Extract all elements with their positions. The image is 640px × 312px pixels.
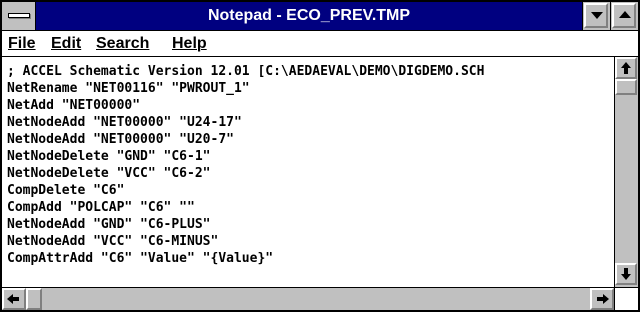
minimize-triangle-icon [591, 12, 603, 19]
arrow-down-icon [621, 274, 631, 280]
maximize-button[interactable] [610, 2, 638, 30]
window-title: Notepad - ECO_PREV.TMP [207, 7, 411, 24]
text-line: NetNodeAdd "NET00000" "U20-7" [7, 132, 234, 147]
horizontal-scrollbar[interactable] [2, 287, 614, 310]
text-line: NetNodeDelete "VCC" "C6-2" [7, 166, 211, 181]
text-line: CompDelete "C6" [7, 183, 125, 198]
text-editor-area[interactable]: ; ACCEL Schematic Version 12.01 [C:\AEDA… [2, 57, 614, 287]
minimize-button[interactable] [582, 2, 610, 30]
system-menu-button[interactable] [2, 2, 36, 30]
menu-help[interactable]: Help [172, 31, 207, 56]
menu-edit[interactable]: Edit [51, 31, 81, 56]
arrow-down-icon-stem [624, 268, 628, 274]
system-menu-bar-icon [8, 13, 30, 18]
scrollbar-corner [614, 287, 638, 310]
notepad-window: Notepad - ECO_PREV.TMP File Edit Search … [0, 0, 640, 312]
text-line: CompAttrAdd "C6" "Value" "{Value}" [7, 251, 274, 266]
vertical-scrollbar[interactable] [614, 57, 638, 287]
scroll-down-button[interactable] [615, 263, 637, 285]
title-bar[interactable]: Notepad - ECO_PREV.TMP [2, 2, 638, 31]
arrow-up-icon-stem [624, 68, 628, 74]
vertical-scroll-thumb[interactable] [615, 79, 637, 95]
scroll-right-button[interactable] [590, 288, 614, 310]
arrow-right-icon-stem [597, 297, 603, 301]
text-line: NetNodeAdd "NET00000" "U24-17" [7, 115, 242, 130]
arrow-right-icon [603, 294, 609, 304]
horizontal-scroll-thumb[interactable] [26, 288, 42, 310]
menu-file[interactable]: File [8, 31, 36, 56]
arrow-left-icon-stem [13, 297, 19, 301]
menu-bar: File Edit Search Help [2, 31, 638, 57]
text-line: NetNodeDelete "GND" "C6-1" [7, 149, 211, 164]
text-line: NetNodeAdd "GND" "C6-PLUS" [7, 217, 211, 232]
maximize-triangle-icon [619, 11, 631, 18]
scroll-up-button[interactable] [615, 57, 637, 79]
menu-search[interactable]: Search [96, 31, 149, 56]
text-line: NetAdd "NET00000" [7, 98, 141, 113]
text-line: NetRename "NET00116" "PWROUT_1" [7, 81, 250, 96]
text-line: ; ACCEL Schematic Version 12.01 [C:\AEDA… [7, 64, 485, 79]
scroll-left-button[interactable] [2, 288, 26, 310]
document-lines: ; ACCEL Schematic Version 12.01 [C:\AEDA… [7, 63, 484, 267]
text-line: CompAdd "POLCAP" "C6" "" [7, 200, 195, 215]
text-line: NetNodeAdd "VCC" "C6-MINUS" [7, 234, 219, 249]
